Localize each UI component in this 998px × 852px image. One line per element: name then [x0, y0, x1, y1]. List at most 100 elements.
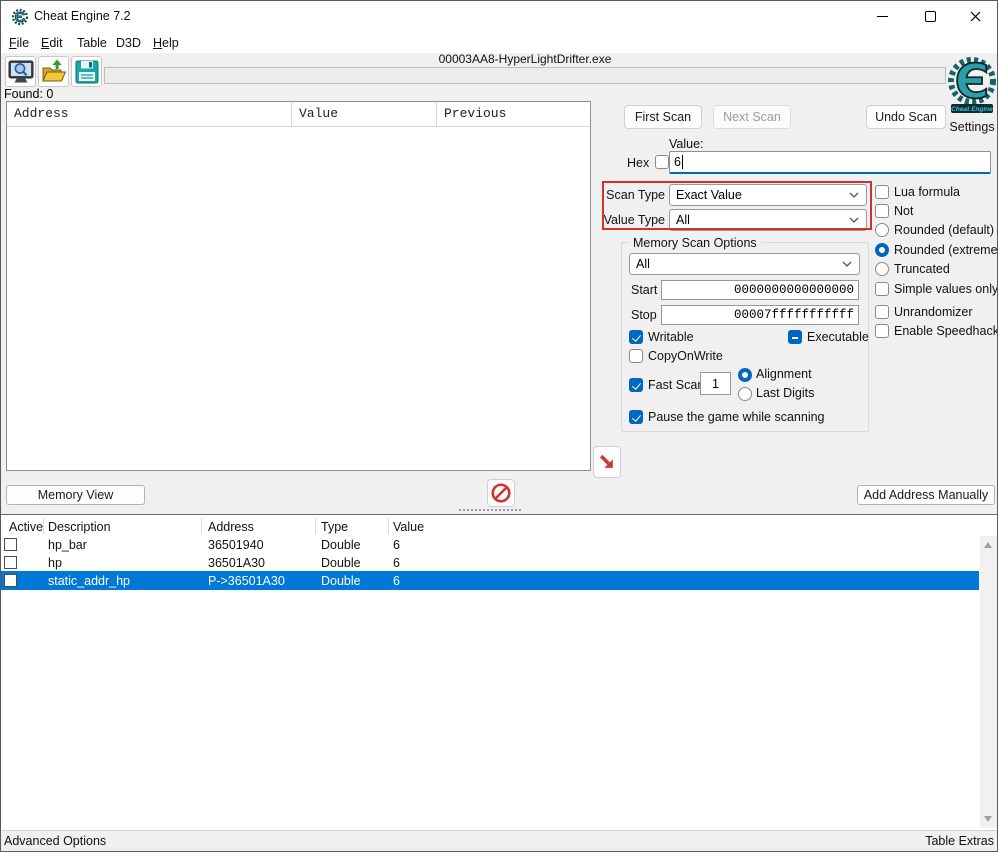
lua-formula-label: Lua formula	[894, 185, 960, 199]
row-description: hp_bar	[48, 536, 87, 554]
monitor-magnifier-icon	[8, 59, 34, 85]
scrollbar-down-icon[interactable]	[984, 816, 992, 822]
value-type-label: Value Type	[597, 213, 665, 227]
row-description: hp	[48, 554, 62, 572]
enable-speedhack-label: Enable Speedhack	[894, 324, 998, 338]
truncated-radio[interactable]	[875, 262, 889, 276]
start-address-input[interactable]: 0000000000000000	[661, 280, 859, 300]
cancel-scan-button[interactable]	[487, 479, 515, 507]
scan-type-dropdown[interactable]: Exact Value	[669, 184, 867, 206]
row-value: 6	[393, 536, 400, 554]
rounded-default-radio[interactable]	[875, 223, 889, 237]
undo-scan-button[interactable]: Undo Scan	[866, 105, 946, 129]
memory-region-dropdown[interactable]: All	[629, 253, 860, 275]
open-table-button[interactable]	[38, 56, 69, 87]
title-bar[interactable]: Є Cheat Engine 7.2	[1, 1, 997, 33]
minimize-button[interactable]	[860, 2, 904, 31]
settings-label[interactable]: Settings	[945, 120, 998, 134]
header-divider	[7, 126, 590, 127]
addrlist-header-type: Type	[321, 518, 348, 536]
row-active-checkbox[interactable]	[4, 556, 17, 569]
copyonwrite-label: CopyOnWrite	[648, 349, 723, 363]
first-scan-button[interactable]: First Scan	[624, 105, 702, 129]
row-active-checkbox[interactable]	[4, 538, 17, 551]
menu-table[interactable]: Table	[74, 35, 110, 51]
stop-label: Stop	[631, 308, 657, 322]
pause-while-scanning-checkbox[interactable]	[629, 410, 643, 424]
column-header-address: Address	[7, 102, 292, 126]
lua-formula-checkbox[interactable]	[875, 185, 889, 199]
row-value: 6	[393, 572, 400, 590]
column-header-previous: Previous	[437, 102, 590, 126]
row-type: Double	[321, 536, 361, 554]
row-value: 6	[393, 554, 400, 572]
memory-view-button[interactable]: Memory View	[6, 485, 145, 505]
row-active-checkbox[interactable]	[4, 574, 17, 587]
status-bar: Advanced Options Table Extras	[1, 830, 997, 852]
writable-checkbox[interactable]	[629, 330, 643, 344]
found-label: Found:	[4, 87, 43, 101]
address-row-static-addr-hp[interactable]: static_addr_hp P->36501A30 Double 6	[1, 571, 979, 590]
truncated-label: Truncated	[894, 262, 950, 276]
save-floppy-icon	[74, 59, 100, 85]
close-button[interactable]	[953, 2, 997, 31]
add-address-manually-button[interactable]: Add Address Manually	[857, 485, 995, 505]
chevron-down-icon	[842, 261, 852, 267]
maximize-button[interactable]	[908, 2, 952, 31]
column-header-value: Value	[292, 102, 437, 126]
table-extras-link[interactable]: Table Extras	[925, 834, 994, 848]
unrandomizer-checkbox[interactable]	[875, 305, 889, 319]
fast-scan-alignment-input[interactable]: 1	[700, 372, 731, 395]
hex-checkbox[interactable]	[655, 155, 669, 169]
address-list-scrollbar[interactable]	[980, 536, 997, 828]
scan-type-label: Scan Type	[597, 188, 665, 202]
panel-splitter-handle[interactable]	[459, 509, 521, 511]
advanced-options-link[interactable]: Advanced Options	[4, 834, 106, 848]
menu-file[interactable]: File	[6, 35, 32, 51]
menu-d3d[interactable]: D3D	[113, 35, 144, 51]
simple-values-only-label: Simple values only	[894, 282, 998, 296]
logo-glyph: Є	[955, 55, 990, 110]
text-caret	[682, 155, 683, 169]
start-label: Start	[631, 283, 657, 297]
column-divider	[388, 518, 389, 534]
last-digits-radio[interactable]	[738, 387, 752, 401]
not-label: Not	[894, 204, 913, 218]
maximize-icon	[925, 11, 936, 22]
row-type: Double	[321, 554, 361, 572]
menu-help[interactable]: Help	[150, 35, 182, 51]
logo-banner-text: Cheat Engine	[951, 106, 993, 113]
close-icon	[970, 11, 981, 22]
hex-label: Hex	[627, 156, 649, 170]
row-type: Double	[321, 572, 361, 590]
memory-scan-options-title: Memory Scan Options	[629, 236, 761, 250]
copy-to-address-list-button[interactable]	[593, 446, 621, 478]
row-address: 36501A30	[208, 554, 265, 572]
alignment-radio[interactable]	[738, 368, 752, 382]
stop-address-input[interactable]: 00007fffffffffff	[661, 305, 859, 325]
executable-label: Executable	[807, 330, 869, 344]
addrlist-header-address: Address	[208, 518, 254, 536]
save-table-button[interactable]	[71, 56, 102, 87]
value-input[interactable]: 6	[669, 151, 991, 174]
select-process-button[interactable]	[5, 56, 36, 87]
copyonwrite-checkbox[interactable]	[629, 349, 643, 363]
red-diagonal-arrow-icon	[597, 452, 617, 472]
scrollbar-up-icon[interactable]	[984, 542, 992, 548]
fast-scan-label: Fast Scan	[648, 378, 704, 392]
menu-edit[interactable]: Edit	[38, 35, 66, 51]
next-scan-button[interactable]: Next Scan	[713, 105, 791, 129]
not-checkbox[interactable]	[875, 204, 889, 218]
enable-speedhack-checkbox[interactable]	[875, 324, 889, 338]
fast-scan-checkbox[interactable]	[629, 378, 643, 392]
value-type-dropdown[interactable]: All	[669, 209, 867, 231]
simple-values-only-checkbox[interactable]	[875, 282, 889, 296]
scan-type-value: Exact Value	[676, 188, 742, 202]
unrandomizer-label: Unrandomizer	[894, 305, 973, 319]
prohibition-icon	[490, 482, 512, 504]
cheat-engine-logo-settings-button[interactable]: Є Cheat Engine	[945, 55, 998, 119]
cheat-engine-window: Є Cheat Engine 7.2 File Edit Table D3D H…	[0, 0, 998, 852]
attached-process-label: 00003AA8-HyperLightDrifter.exe	[104, 52, 946, 66]
executable-checkbox[interactable]	[788, 330, 802, 344]
rounded-extreme-radio[interactable]	[875, 243, 889, 257]
